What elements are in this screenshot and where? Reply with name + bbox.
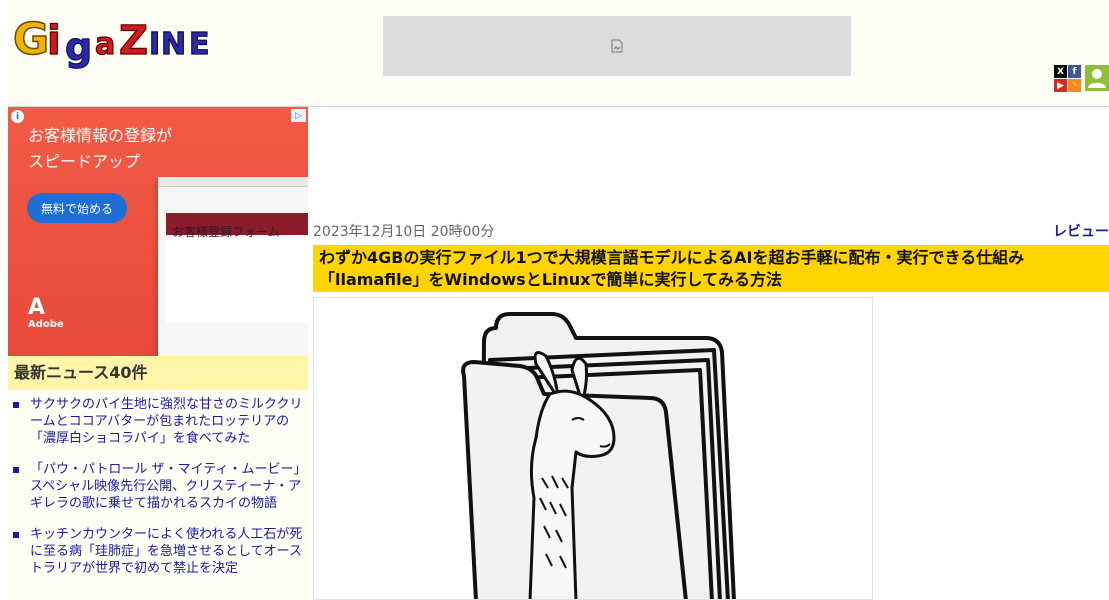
ad-headline-line: スピードアップ bbox=[28, 151, 141, 171]
article-meta: 2023年12月10日 20時00分 レビュー bbox=[313, 221, 1109, 241]
svg-text:I: I bbox=[149, 27, 160, 62]
latest-news-list: サクサクのパイ生地に強烈な甘さのミルククリームとココアバターが包まれたロッテリア… bbox=[8, 390, 308, 577]
adobe-logo: A Adobe bbox=[28, 295, 64, 331]
article-hero-image[interactable] bbox=[313, 297, 873, 600]
mockup-titlebar bbox=[158, 177, 308, 187]
x-icon[interactable]: X bbox=[1054, 65, 1067, 78]
mockup-form-title: お客様登録フォーム bbox=[172, 225, 280, 239]
ad-headline-line: お客様情報の登録が bbox=[28, 126, 173, 145]
person-icon[interactable] bbox=[1085, 65, 1109, 91]
news-item-link[interactable]: 「パウ・パトロール ザ・マイティ・ムービー」スペシャル映像先行公開、クリスティー… bbox=[30, 462, 306, 511]
svg-text:Z: Z bbox=[119, 18, 148, 64]
ad-info-icon[interactable]: i bbox=[11, 110, 24, 123]
news-item[interactable]: サクサクのパイ生地に強烈な甘さのミルククリームとココアバターが包まれたロッテリア… bbox=[12, 396, 308, 447]
llama-folder-illustration bbox=[461, 312, 736, 599]
sidebar-ad[interactable]: i ▷ お客様情報の登録が スピードアップ 無料で始める お客様登録フォーム A… bbox=[8, 107, 308, 356]
social-links: X f ▶ ◝ bbox=[1054, 65, 1082, 93]
adobe-mark-icon: A bbox=[28, 295, 46, 320]
article-title[interactable]: わずか4GBの実行ファイル1つで大規模言語モデルによるAIを超お手軽に配布・実行… bbox=[313, 245, 1109, 292]
facebook-icon[interactable]: f bbox=[1068, 65, 1081, 78]
news-item-link[interactable]: キッチンカウンターによく使われる人工石が死に至る病「珪肺症」を急増させるとしてオ… bbox=[30, 527, 302, 576]
ad-headline: お客様情報の登録が スピードアップ bbox=[28, 123, 172, 174]
rss-icon[interactable]: ◝ bbox=[1068, 79, 1081, 92]
news-item-link[interactable]: サクサクのパイ生地に強烈な甘さのミルククリームとココアバターが包まれたロッテリア… bbox=[30, 397, 302, 446]
article-category-link[interactable]: レビュー bbox=[1053, 221, 1109, 241]
latest-news-section: 最新ニュース40件 サクサクのパイ生地に強烈な甘さのミルククリームとココアバター… bbox=[8, 356, 308, 600]
svg-text:i: i bbox=[47, 18, 61, 64]
news-item[interactable]: 「パウ・パトロール ザ・マイティ・ムービー」スペシャル映像先行公開、クリスティー… bbox=[12, 461, 308, 512]
site-header: G i g a Z I N E X f ▶ ◝ bbox=[8, 0, 1109, 107]
adobe-brand-text: Adobe bbox=[28, 319, 64, 330]
svg-text:E: E bbox=[189, 27, 210, 62]
svg-text:a: a bbox=[95, 27, 115, 62]
broken-image-icon bbox=[611, 39, 623, 53]
banner-ad[interactable] bbox=[383, 16, 851, 76]
news-item[interactable]: キッチンカウンターによく使われる人工石が死に至る病「珪肺症」を急増させるとしてオ… bbox=[12, 526, 308, 577]
svg-text:N: N bbox=[161, 27, 186, 62]
article-date: 2023年12月10日 20時00分 bbox=[313, 224, 495, 240]
ad-choices-icon[interactable]: ▷ bbox=[291, 109, 306, 122]
svg-text:g: g bbox=[65, 25, 92, 69]
site-logo[interactable]: G i g a Z I N E bbox=[11, 8, 223, 74]
ad-form-mockup: お客様登録フォーム bbox=[158, 177, 308, 356]
svg-text:G: G bbox=[13, 14, 49, 65]
ad-cta-button[interactable]: 無料で始める bbox=[27, 193, 127, 223]
youtube-icon[interactable]: ▶ bbox=[1054, 79, 1067, 92]
latest-news-heading: 最新ニュース40件 bbox=[8, 356, 308, 390]
